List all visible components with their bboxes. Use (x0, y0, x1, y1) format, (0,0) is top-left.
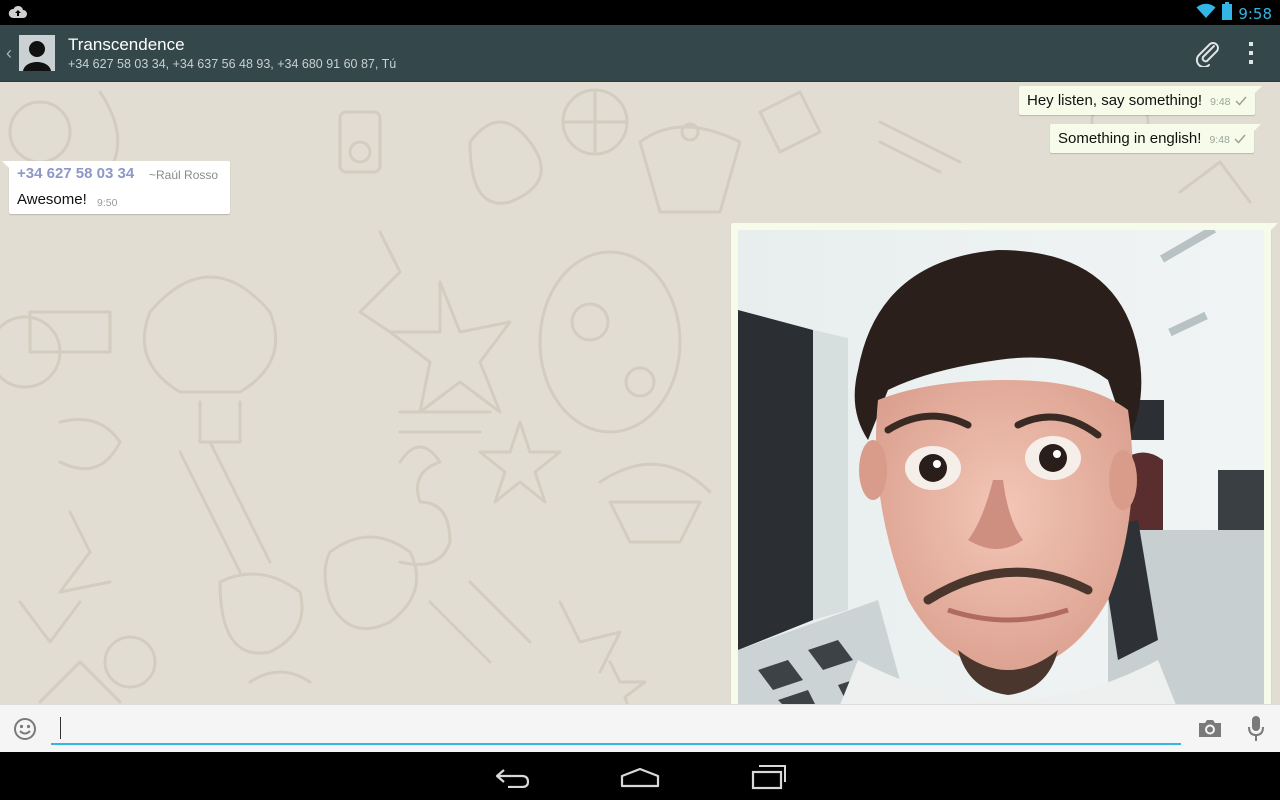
smiley-icon[interactable] (13, 717, 37, 746)
camera-icon[interactable] (1197, 717, 1223, 744)
participants-list: +34 627 58 03 34, +34 637 56 48 93, +34 … (68, 57, 397, 71)
message-time: 9:48 (1210, 96, 1231, 108)
chevron-left-icon[interactable]: ‹ (6, 43, 12, 64)
image-message[interactable] (731, 223, 1278, 704)
sender-phone[interactable]: +34 627 58 03 34 (17, 165, 134, 182)
message-meta: 9:48 (1210, 96, 1247, 109)
back-nav-icon[interactable] (494, 766, 530, 793)
status-right: 9:58 (1196, 2, 1272, 25)
outgoing-message[interactable]: Something in english! 9:48 (1050, 124, 1261, 153)
battery-icon (1222, 2, 1233, 25)
status-time: 9:58 (1238, 4, 1272, 23)
outgoing-message[interactable]: Hey listen, say something! 9:48 (1019, 86, 1262, 115)
message-time: 9:50 (97, 197, 118, 209)
wifi-icon (1196, 3, 1216, 24)
message-time: 9:48 (1209, 134, 1230, 146)
sender-name: ~Raúl Rosso (149, 168, 219, 182)
chat-area[interactable]: Hey listen, say something! 9:48 Somethin… (0, 82, 1280, 704)
recents-nav-icon[interactable] (751, 764, 787, 795)
avatar[interactable] (19, 35, 55, 71)
text-cursor (60, 717, 61, 739)
photo-thumbnail[interactable] (738, 230, 1264, 704)
status-bar: 9:58 (0, 0, 1280, 25)
message-text: Hey listen, say something! (1027, 92, 1203, 109)
message-text: Something in english! (1058, 130, 1202, 147)
message-meta: 9:48 (1209, 134, 1246, 147)
check-icon (1234, 134, 1246, 147)
cloud-upload-icon (8, 5, 28, 24)
action-bar: ‹ Transcendence +34 627 58 03 34, +34 63… (0, 25, 1280, 82)
microphone-icon[interactable] (1247, 715, 1265, 748)
check-icon (1234, 96, 1247, 109)
chat-title: Transcendence (68, 35, 185, 54)
compose-bar (0, 704, 1280, 753)
message-input[interactable] (51, 711, 1181, 745)
incoming-message[interactable]: +34 627 58 03 34 ~Raúl Rosso Awesome! 9:… (2, 161, 230, 214)
chat-header[interactable]: Transcendence +34 627 58 03 34, +34 637 … (68, 35, 396, 73)
navigation-bar (0, 752, 1280, 800)
home-nav-icon[interactable] (620, 766, 660, 793)
overflow-menu-icon[interactable] (1247, 41, 1255, 70)
message-text: Awesome! (17, 191, 87, 208)
paperclip-icon[interactable] (1194, 39, 1222, 72)
